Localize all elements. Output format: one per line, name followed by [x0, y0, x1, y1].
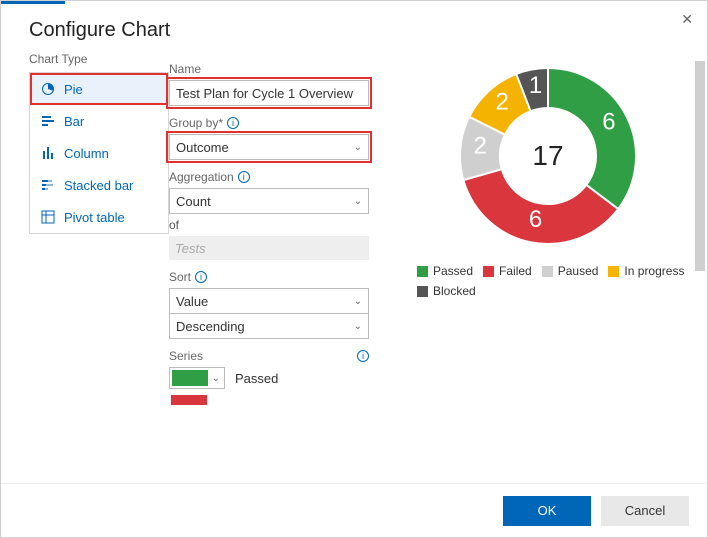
- series-color-select[interactable]: ⌄: [169, 367, 225, 389]
- legend-label: Paused: [558, 264, 599, 278]
- series-color-swatch: [172, 370, 208, 386]
- chart-type-pie-label: Pie: [64, 82, 83, 97]
- groupby-label: Group by*: [169, 116, 223, 130]
- info-icon[interactable]: i: [357, 350, 369, 362]
- name-input-value: Test Plan for Cycle 1 Overview: [176, 86, 353, 101]
- chart-type-list: Pie Bar Column: [29, 72, 169, 234]
- chart-type-stacked-bar[interactable]: Stacked bar: [30, 169, 168, 201]
- chart-type-pie[interactable]: Pie: [30, 73, 168, 105]
- chart-total: 17: [448, 56, 648, 256]
- legend-swatch: [417, 286, 428, 297]
- chart-type-pivot-table[interactable]: Pivot table: [30, 201, 168, 233]
- chart-legend: Passed Failed Paused In progress Blocked: [389, 264, 707, 298]
- dialog-title: Configure Chart: [1, 1, 707, 52]
- chevron-down-icon: ⌄: [354, 142, 362, 153]
- sort-field-value: Value: [176, 294, 208, 309]
- chart-type-bar-label: Bar: [64, 114, 84, 129]
- stacked-bar-icon: [40, 177, 56, 193]
- accent-strip: [1, 1, 65, 4]
- aggregation-label: Aggregation: [169, 170, 234, 184]
- legend-item: Passed: [417, 264, 473, 278]
- aggregation-select[interactable]: Count ⌄: [169, 188, 369, 214]
- of-value: Tests: [175, 241, 206, 256]
- chart-type-stacked-bar-label: Stacked bar: [64, 178, 133, 193]
- dialog-footer: OK Cancel: [1, 483, 707, 537]
- chart-type-column[interactable]: Column: [30, 137, 168, 169]
- ok-button[interactable]: OK: [503, 496, 591, 526]
- chart-type-bar[interactable]: Bar: [30, 105, 168, 137]
- column-icon: [40, 145, 56, 161]
- legend-label: In progress: [624, 264, 684, 278]
- pivot-table-icon: [40, 209, 56, 225]
- legend-label: Blocked: [433, 284, 476, 298]
- legend-item: Failed: [483, 264, 532, 278]
- sort-label: Sort: [169, 270, 191, 284]
- chart-type-label: Chart Type: [29, 52, 169, 66]
- of-input: Tests: [169, 236, 369, 260]
- series-color-swatch: [171, 395, 207, 405]
- series-row: ⌄ Passed: [169, 367, 379, 389]
- aggregation-value: Count: [176, 194, 211, 209]
- legend-swatch: [417, 266, 428, 277]
- legend-item: In progress: [608, 264, 684, 278]
- chart-type-pivot-label: Pivot table: [64, 210, 125, 225]
- series-color-select[interactable]: [169, 395, 225, 405]
- chevron-down-icon: ⌄: [354, 321, 362, 332]
- info-icon[interactable]: i: [195, 271, 207, 283]
- chevron-down-icon: ⌄: [212, 373, 220, 384]
- chevron-down-icon: ⌄: [354, 296, 362, 307]
- sort-direction-value: Descending: [176, 319, 245, 334]
- chevron-down-icon: ⌄: [354, 196, 362, 207]
- groupby-select[interactable]: Outcome ⌄: [169, 134, 369, 160]
- cancel-button[interactable]: Cancel: [601, 496, 689, 526]
- name-label: Name: [169, 62, 201, 76]
- series-row: [169, 395, 379, 405]
- of-label: of: [169, 218, 379, 232]
- series-label: Series: [169, 349, 203, 363]
- sort-field-select[interactable]: Value ⌄: [169, 288, 369, 314]
- legend-item: Paused: [542, 264, 599, 278]
- bar-icon: [40, 113, 56, 129]
- legend-label: Failed: [499, 264, 532, 278]
- legend-item: Blocked: [417, 284, 476, 298]
- name-input[interactable]: Test Plan for Cycle 1 Overview: [169, 80, 369, 106]
- configure-chart-dialog: ✕ Configure Chart Chart Type Pie Bar: [0, 0, 708, 538]
- chart-preview: 66221 17: [448, 56, 648, 256]
- info-icon[interactable]: i: [238, 171, 250, 183]
- scroll-thumb[interactable]: [695, 61, 705, 271]
- legend-label: Passed: [433, 264, 473, 278]
- close-icon[interactable]: ✕: [681, 11, 693, 28]
- legend-swatch: [483, 266, 494, 277]
- legend-swatch: [542, 266, 553, 277]
- vertical-scrollbar[interactable]: [693, 61, 707, 381]
- chart-type-column-label: Column: [64, 146, 109, 161]
- groupby-value: Outcome: [176, 140, 229, 155]
- series-item-label: Passed: [235, 371, 278, 386]
- legend-swatch: [608, 266, 619, 277]
- sort-direction-select[interactable]: Descending ⌄: [169, 313, 369, 339]
- info-icon[interactable]: i: [227, 117, 239, 129]
- pie-icon: [40, 81, 56, 97]
